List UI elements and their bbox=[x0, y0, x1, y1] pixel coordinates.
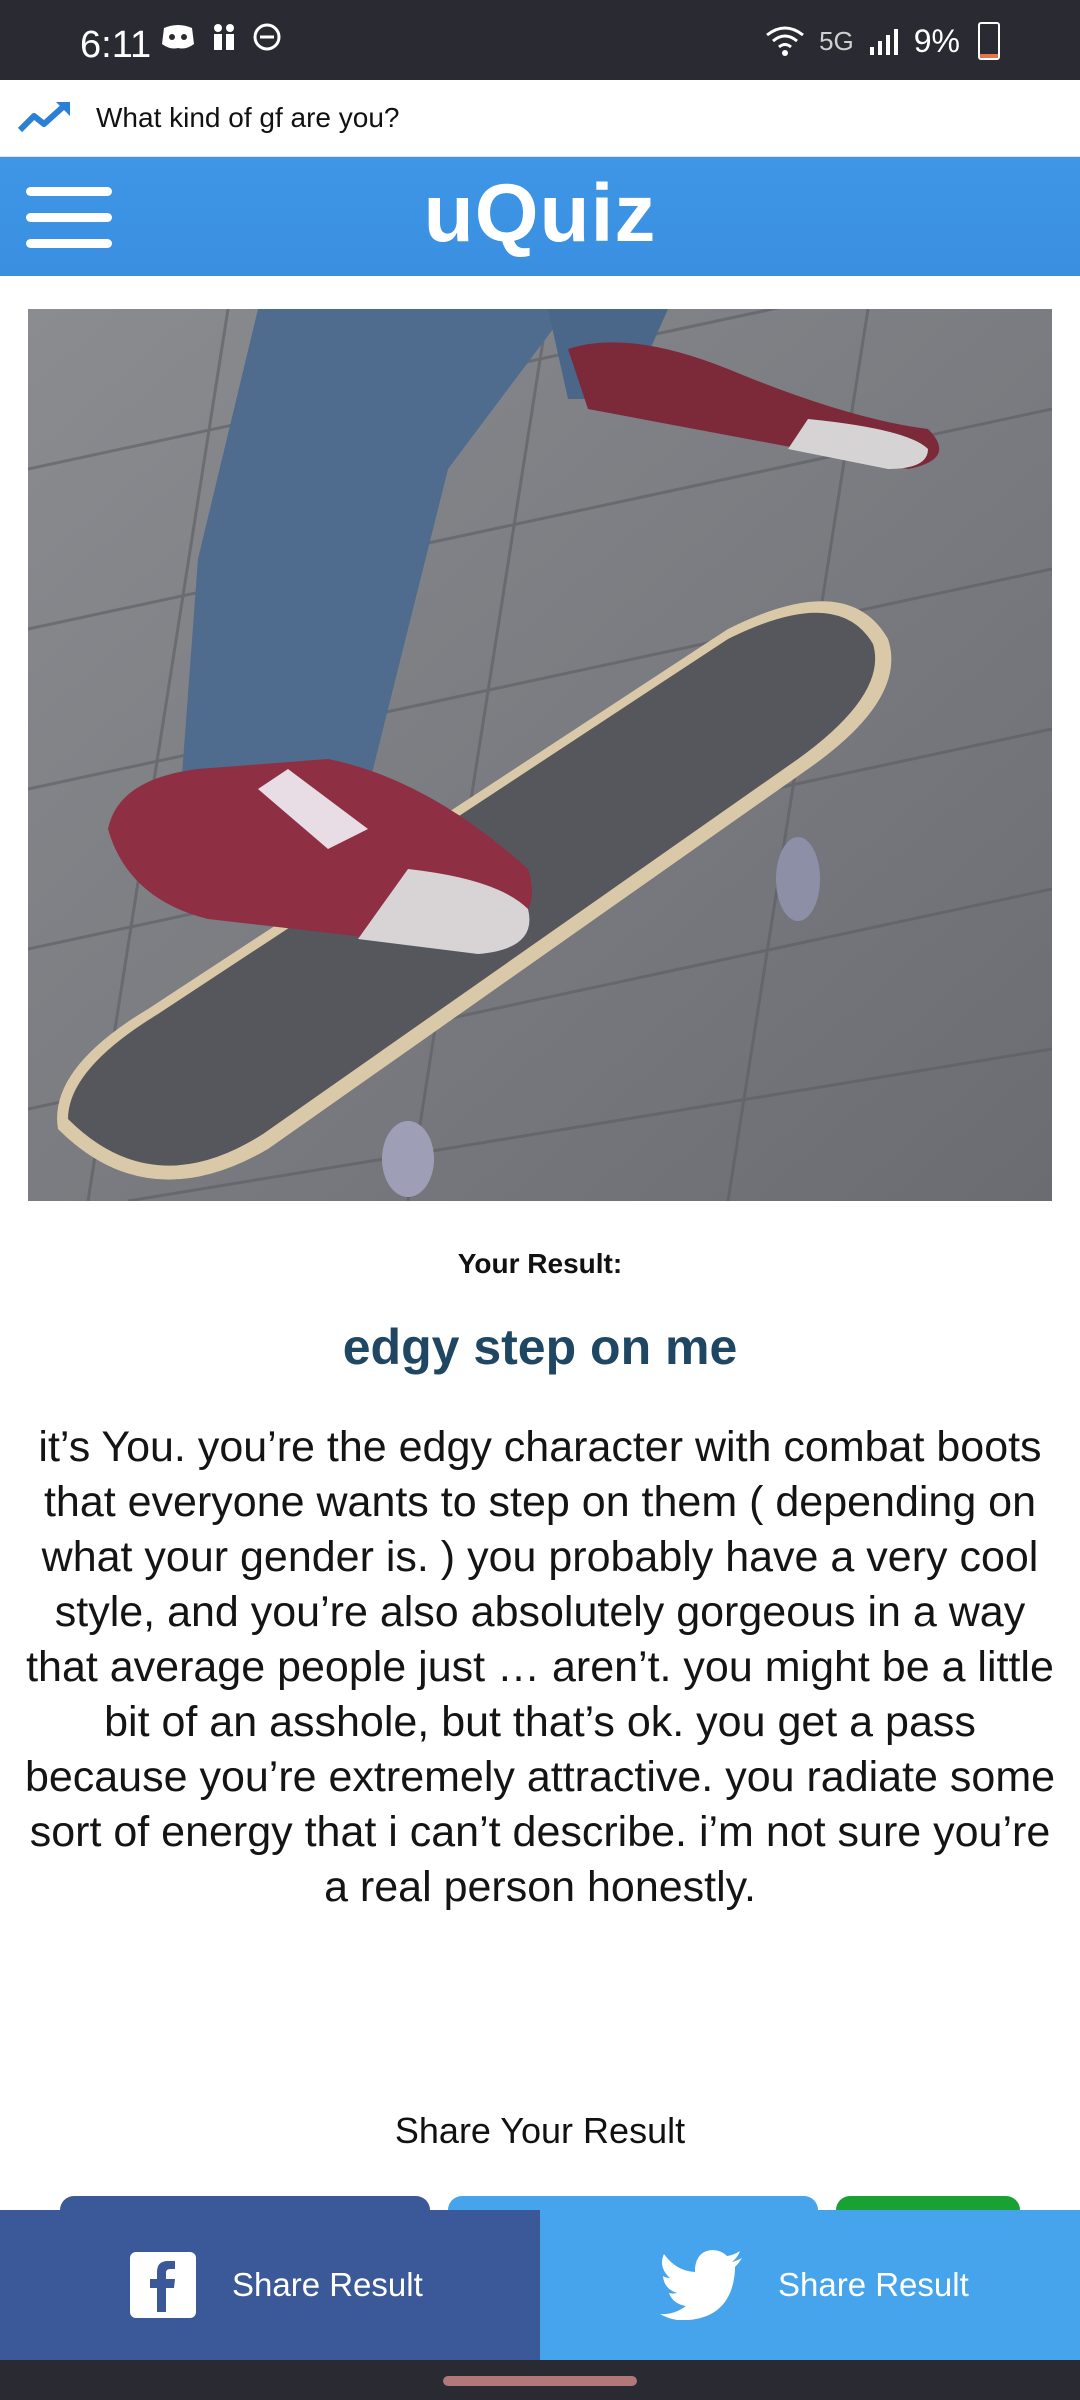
people-icon bbox=[214, 24, 234, 50]
trending-icon bbox=[17, 102, 70, 133]
sticky-share-bar: Share Result Share Result bbox=[0, 2210, 1080, 2360]
topic-bar[interactable]: What kind of gf are you? bbox=[0, 80, 1080, 157]
result-label: Your Result: bbox=[457, 1248, 623, 1279]
site-logo[interactable]: uQuiz bbox=[0, 167, 1080, 261]
facebook-icon bbox=[130, 2252, 196, 2318]
home-gesture-handle[interactable] bbox=[443, 2376, 637, 2386]
status-icons-right: 5G 9% bbox=[765, 22, 1000, 60]
share-heading: Share Your Result bbox=[394, 2110, 686, 2151]
result-image bbox=[28, 309, 1052, 1201]
status-time: 6:11 bbox=[80, 24, 152, 66]
facebook-share-label: Share Result bbox=[232, 2266, 423, 2303]
twitter-share-button[interactable]: Share Result bbox=[540, 2210, 1080, 2360]
result-title: edgy step on me bbox=[342, 1319, 738, 1375]
wifi-icon bbox=[766, 26, 804, 56]
site-header: uQuiz bbox=[0, 157, 1080, 276]
result-description: it’s You. you’re the edgy character with… bbox=[24, 1423, 1056, 1911]
do-not-disturb-icon bbox=[253, 23, 281, 51]
navigation-bar bbox=[0, 2360, 1080, 2400]
network-type: 5G bbox=[819, 25, 854, 56]
skateboard-photo bbox=[28, 309, 1052, 1201]
twitter-share-label: Share Result bbox=[778, 2266, 969, 2303]
signal-icon bbox=[869, 29, 898, 55]
battery-icon bbox=[978, 22, 1000, 60]
twitter-icon bbox=[660, 2250, 742, 2320]
battery-fill bbox=[980, 53, 998, 58]
status-bar: 6:11 5G 9% bbox=[0, 0, 1080, 80]
discord-icon bbox=[162, 25, 194, 49]
facebook-share-button[interactable]: Share Result bbox=[0, 2210, 540, 2360]
battery-percent: 9% bbox=[913, 22, 960, 59]
topic-text: What kind of gf are you? bbox=[96, 102, 400, 133]
status-icons-left bbox=[160, 22, 282, 52]
